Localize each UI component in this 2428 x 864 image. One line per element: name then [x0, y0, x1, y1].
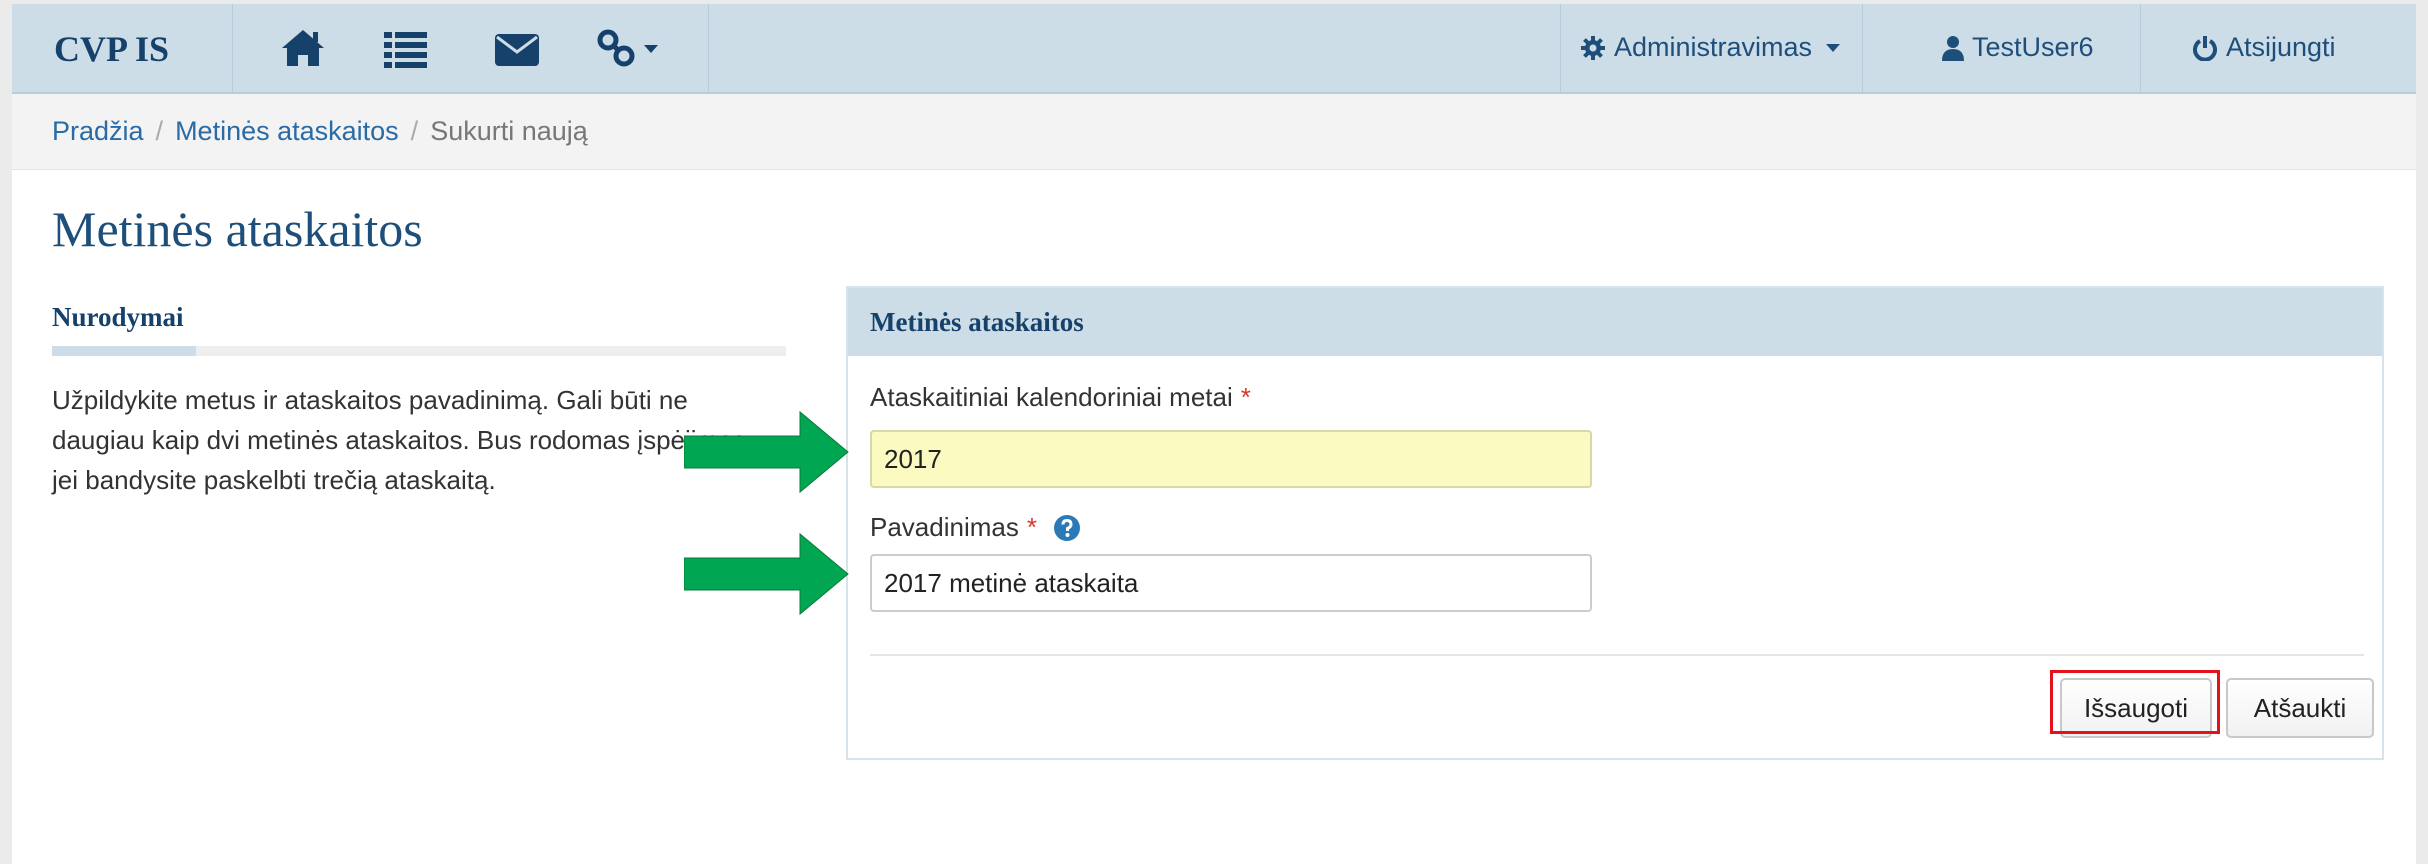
navbar-divider	[1560, 4, 1561, 92]
power-icon	[2193, 35, 2217, 61]
list-icon[interactable]	[380, 26, 430, 70]
save-button[interactable]: Išsaugoti	[2060, 678, 2212, 738]
breadcrumb-annual-reports[interactable]: Metinės ataskaitos	[175, 116, 399, 147]
breadcrumb: Pradžia / Metinės ataskaitos / Sukurti n…	[12, 94, 2416, 170]
top-navbar: CVP IS Administravimas TestUser6 Atsijun…	[12, 4, 2416, 94]
navbar-divider	[2140, 4, 2141, 92]
brand-logo[interactable]: CVP IS	[54, 28, 169, 70]
logout-label: Atsijungti	[2226, 32, 2336, 62]
admin-menu-label: Administravimas	[1614, 32, 1813, 62]
instructions-divider	[52, 346, 786, 356]
year-label-text: Ataskaitiniai kalendoriniai metai	[870, 382, 1233, 412]
year-input[interactable]	[870, 430, 1592, 488]
breadcrumb-home[interactable]: Pradžia	[52, 116, 144, 147]
page-title: Metinės ataskaitos	[52, 201, 423, 257]
envelope-icon[interactable]	[492, 26, 542, 70]
app-window: CVP IS Administravimas TestUser6 Atsijun…	[12, 4, 2416, 864]
panel-title: Metinės ataskaitos	[848, 288, 2382, 356]
name-field-label: Pavadinimas *	[870, 512, 1081, 543]
link-icon[interactable]	[594, 26, 674, 70]
gear-icon	[1581, 35, 1605, 60]
navbar-divider	[232, 4, 233, 92]
name-input[interactable]	[870, 554, 1592, 612]
breadcrumb-current: Sukurti naują	[430, 116, 588, 146]
user-icon	[1942, 35, 1964, 61]
form-panel: Metinės ataskaitos Ataskaitiniai kalendo…	[846, 286, 2384, 760]
name-label-text: Pavadinimas	[870, 512, 1019, 542]
breadcrumb-separator: /	[410, 116, 419, 146]
navbar-divider	[1862, 4, 1863, 92]
cancel-button[interactable]: Atšaukti	[2226, 678, 2374, 738]
user-menu[interactable]: TestUser6	[1942, 32, 2094, 63]
arrow-right-icon	[684, 532, 849, 616]
navbar-divider	[708, 4, 709, 92]
admin-menu[interactable]: Administravimas	[1580, 32, 1841, 63]
breadcrumb-separator: /	[155, 116, 164, 146]
instructions-heading: Nurodymai	[52, 302, 184, 332]
arrow-right-icon	[684, 410, 849, 494]
help-icon[interactable]	[1053, 514, 1081, 542]
logout-link[interactable]: Atsijungti	[2192, 32, 2336, 63]
year-field-label: Ataskaitiniai kalendoriniai metai *	[870, 382, 1251, 413]
required-marker: *	[1026, 512, 1037, 542]
required-marker: *	[1240, 382, 1251, 412]
form-divider	[870, 654, 2364, 656]
chevron-down-icon	[1826, 43, 1841, 52]
home-icon[interactable]	[278, 26, 328, 70]
instructions-text: Užpildykite metus ir ataskaitos pavadini…	[52, 385, 746, 495]
user-menu-label: TestUser6	[1972, 32, 2094, 62]
